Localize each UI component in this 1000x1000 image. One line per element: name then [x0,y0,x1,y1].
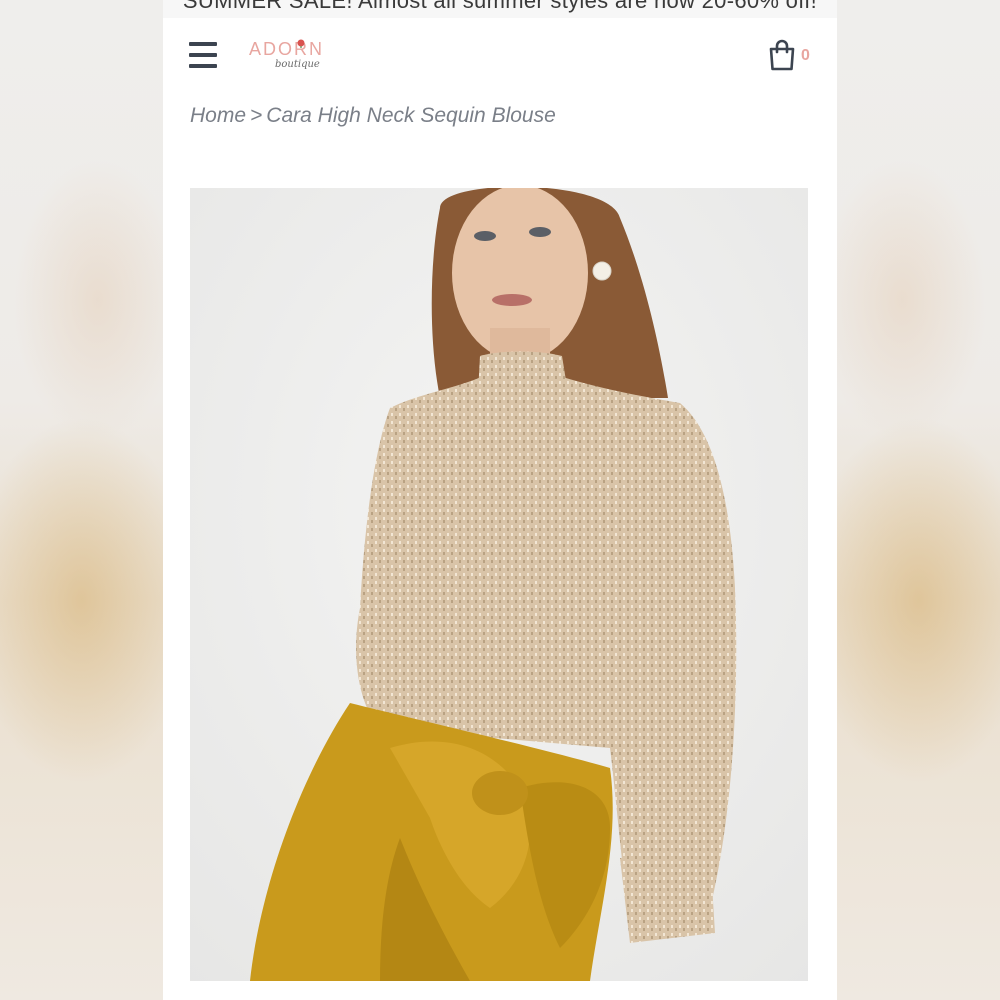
shopping-bag-icon [769,39,795,71]
logo-subtitle: boutique [275,59,320,70]
site-header: ADORN boutique 0 [163,22,837,92]
background-blur-right [837,0,1000,1000]
site-logo[interactable]: ADORN boutique [249,37,339,77]
menu-icon-bar [189,64,217,68]
menu-icon-bar [189,53,217,57]
cart-count-badge: 0 [801,47,810,64]
breadcrumb-current: Cara High Neck Sequin Blouse [266,104,556,127]
breadcrumb: Home > Cara High Neck Sequin Blouse [190,104,556,128]
menu-icon-bar [189,42,217,46]
cart-button[interactable]: 0 [767,39,817,75]
promo-banner: SUMMER SALE! Almost all summer styles ar… [163,0,837,18]
logo-wordmark: ADORN [249,39,325,59]
breadcrumb-separator: > [250,104,263,127]
product-image[interactable] [190,188,808,981]
menu-button[interactable] [189,42,217,68]
breadcrumb-home-link[interactable]: Home [190,104,246,127]
logo-rose-icon [297,39,305,48]
product-photo [190,188,808,981]
promo-text: SUMMER SALE! Almost all summer styles ar… [182,0,818,13]
background-blur-left [0,0,163,1000]
